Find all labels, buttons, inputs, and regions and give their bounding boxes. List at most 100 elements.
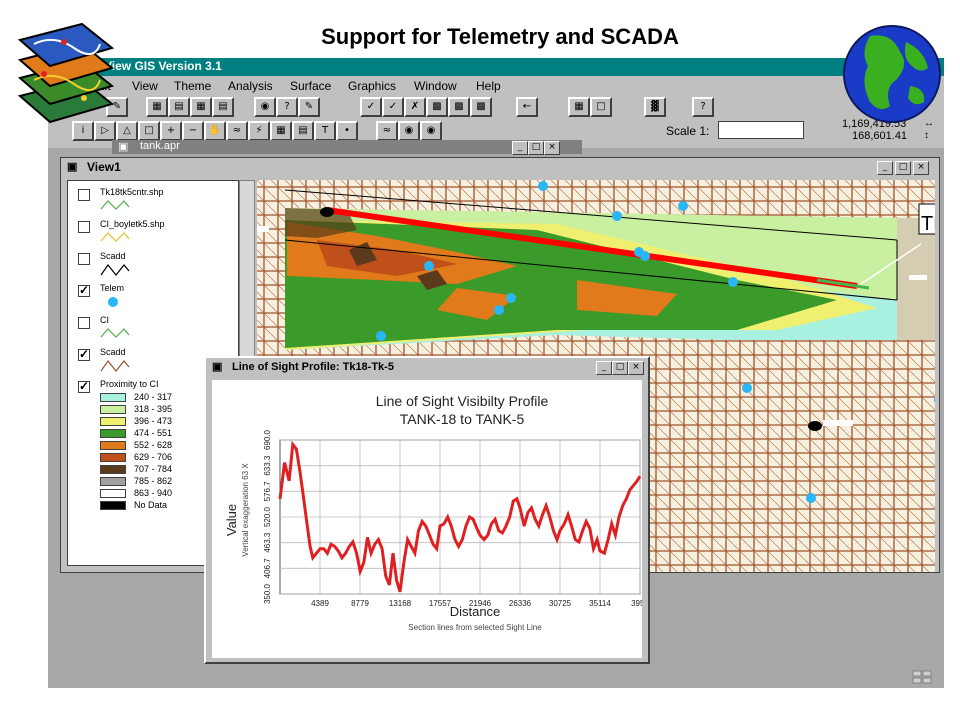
theme-checkbox-4[interactable] <box>78 317 90 329</box>
los-title: Line of Sight Profile: Tk18-Tk-5 <box>232 361 394 373</box>
legend-swatch-4 <box>100 441 126 450</box>
grid-corner-icon <box>912 670 932 684</box>
select-feature-icon[interactable]: □ <box>138 121 160 141</box>
app-title: View GIS Version 3.1 <box>104 59 222 73</box>
hotlink-icon[interactable]: ⚡ <box>248 121 270 141</box>
coordinate-y: 168,601.41 <box>852 130 908 142</box>
contour-icon[interactable]: ≈ <box>376 121 398 141</box>
vertex-edit-icon[interactable]: △ <box>116 121 138 141</box>
help-icon[interactable]: ? <box>692 97 714 117</box>
legend-label-3: 474 - 551 <box>134 428 173 438</box>
theme-name-3: Telem <box>100 283 125 293</box>
theme-line-symbol-4 <box>100 328 130 338</box>
legend-swatch-8 <box>100 489 126 498</box>
project-close-button[interactable]: × <box>544 141 560 155</box>
los-close-button[interactable]: × <box>628 361 644 375</box>
legend-swatch-5 <box>100 453 126 462</box>
menu-view[interactable]: View <box>132 79 158 93</box>
x-tick-label: 30725 <box>549 599 572 608</box>
text-icon[interactable]: T <box>314 121 336 141</box>
menu-surface[interactable]: Surface <box>290 79 331 93</box>
select-all-icon[interactable]: ✓ <box>382 97 404 117</box>
area-of-interest-icon[interactable]: ▦ <box>270 121 292 141</box>
table-icon[interactable]: ▤ <box>168 97 190 117</box>
legend-swatch-9 <box>100 501 126 510</box>
theme-line-symbol-5 <box>100 359 130 372</box>
theme-checkbox-5[interactable]: ✓ <box>78 348 90 361</box>
select-features-icon[interactable]: ✓ <box>360 97 382 117</box>
measure-icon[interactable]: ≈ <box>226 121 248 141</box>
project-maximize-button[interactable]: □ <box>528 141 544 155</box>
legend-label-7: 785 - 862 <box>134 476 173 486</box>
theme-name-0: Tk18tk5cntr.shp <box>100 187 164 197</box>
menu-help[interactable]: Help <box>476 79 501 93</box>
theme-name-2: Scadd <box>100 251 126 261</box>
line-of-sight-window: ▣ Line of Sight Profile: Tk18-Tk-5 _ □ ×… <box>204 356 650 664</box>
view-titlebar[interactable]: ▣ View1 <box>61 158 939 176</box>
map-label: TK <box>921 213 935 235</box>
zoom-selected-icon[interactable]: ▩ <box>470 97 492 117</box>
project-minimize-button[interactable]: _ <box>512 141 528 155</box>
binoculars-icon[interactable]: ◉ <box>420 121 442 141</box>
find-icon[interactable]: ◉ <box>254 97 276 117</box>
pan-icon[interactable]: ✋ <box>204 121 226 141</box>
chart-window-icon: ▣ <box>212 361 223 373</box>
series-line <box>278 440 642 593</box>
y-tick-label: 520.0 <box>263 506 272 527</box>
x-tick-label: 4389 <box>311 599 329 608</box>
los-titlebar[interactable]: ▣ Line of Sight Profile: Tk18-Tk-5 <box>206 358 648 376</box>
layout-icon[interactable]: □ <box>590 97 612 117</box>
draw-point-icon[interactable]: • <box>336 121 358 141</box>
query-icon[interactable]: ? <box>276 97 298 117</box>
legend-label-9: No Data <box>134 500 168 510</box>
legend-label-5: 629 - 706 <box>134 452 173 462</box>
view-title: View1 <box>87 160 121 174</box>
properties-icon[interactable]: ▦ <box>146 97 168 117</box>
view-minimize-button[interactable]: _ <box>877 161 893 175</box>
zoom-previous-icon[interactable]: ← <box>516 97 538 117</box>
layers-logo-icon <box>17 22 115 124</box>
menu-graphics[interactable]: Graphics <box>348 79 396 93</box>
grid-icon[interactable]: ▦ <box>568 97 590 117</box>
theme-checkbox-3[interactable]: ✓ <box>78 284 90 297</box>
menu-analysis[interactable]: Analysis <box>228 79 273 93</box>
y-tick-label: 350.0 <box>263 583 272 604</box>
legend-swatch-1 <box>100 405 126 414</box>
menu-window[interactable]: Window <box>414 79 457 93</box>
theme-checkbox-1[interactable] <box>78 221 90 233</box>
theme-name-1: CI_boyletk5.shp <box>100 219 165 229</box>
legend-label-8: 863 - 940 <box>134 488 173 498</box>
theme-name-6: Proximity to CI <box>100 379 159 389</box>
zoom-active-icon[interactable]: ▩ <box>448 97 470 117</box>
zoom-out-icon[interactable]: − <box>182 121 204 141</box>
view-close-button[interactable]: × <box>913 161 929 175</box>
coordinate-arrows-icon-2: ↕ <box>924 130 929 141</box>
zoom-in-icon[interactable]: + <box>160 121 182 141</box>
scale-input[interactable] <box>718 121 804 139</box>
theme-checkbox-2[interactable] <box>78 253 90 265</box>
theme-table-icon[interactable]: ▦ <box>190 97 212 117</box>
menu-theme[interactable]: Theme <box>174 79 211 93</box>
theme-checkbox-6[interactable]: ✓ <box>78 380 90 393</box>
app-titlebar: View GIS Version 3.1 <box>48 58 944 76</box>
line-of-sight-icon[interactable]: ◉ <box>398 121 420 141</box>
menu-bar: dit View Theme Analysis Surface Graphics… <box>48 76 944 96</box>
los-minimize-button[interactable]: _ <box>596 361 612 375</box>
button-bar: ✎ ▦ ▤ ▦ ▤ ◉ ? ✎ ✓ ✓ ✗ ▩ ▩ ▩ ← ▦ □ ▓ ? <box>48 96 944 120</box>
label-icon[interactable]: ▤ <box>292 121 314 141</box>
view-maximize-button[interactable]: □ <box>895 161 911 175</box>
clear-select-icon[interactable]: ✗ <box>404 97 426 117</box>
project-window-title: tank.apr <box>140 140 180 152</box>
theme-name-5: Scadd <box>100 347 126 357</box>
y-axis-label: Value <box>224 504 239 536</box>
locate-icon[interactable]: ✎ <box>298 97 320 117</box>
theme-line-symbol-1 <box>100 232 130 242</box>
theme-edit-icon[interactable]: ▤ <box>212 97 234 117</box>
theme-checkbox-0[interactable] <box>78 189 90 201</box>
chart-title: Line of Sight Visibilty Profile <box>376 393 549 409</box>
chart-grid <box>279 439 641 595</box>
chart-icon[interactable]: ▓ <box>644 97 666 117</box>
zoom-full-icon[interactable]: ▩ <box>426 97 448 117</box>
los-maximize-button[interactable]: □ <box>612 361 628 375</box>
theme-line-symbol-0 <box>100 200 130 210</box>
